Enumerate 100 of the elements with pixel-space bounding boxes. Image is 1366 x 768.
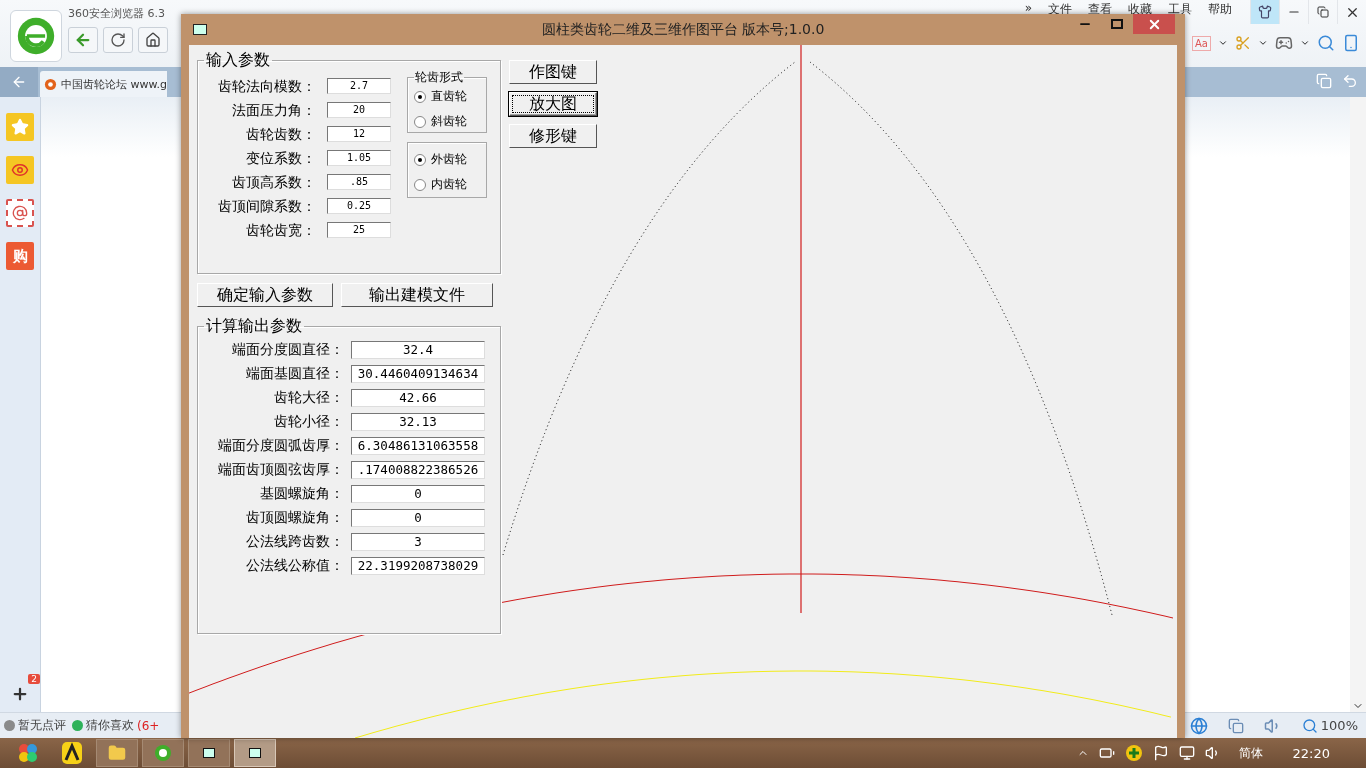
command-button[interactable]: 放大图 <box>509 92 597 116</box>
radio-button[interactable] <box>414 178 426 191</box>
mail-button[interactable] <box>6 199 34 227</box>
eye-button[interactable] <box>6 156 34 184</box>
sidebar-toggle-button[interactable] <box>0 67 38 97</box>
taskbar-app-button[interactable] <box>188 739 230 767</box>
gamepad-button[interactable] <box>1275 34 1293 52</box>
window-icon <box>193 24 207 35</box>
command-button[interactable]: 修形键 <box>509 124 597 148</box>
shirt-icon <box>1258 5 1272 19</box>
radio-button[interactable] <box>414 115 426 128</box>
field-label: 基圆螺旋角： <box>259 485 344 503</box>
menu-item[interactable]: 帮助 <box>1208 1 1232 18</box>
field-label: 齿轮法向模数： <box>217 78 316 94</box>
phone-icon <box>1342 34 1360 52</box>
menu-item[interactable]: 查看 <box>1088 1 1112 18</box>
field-label: 齿轮大径： <box>273 389 344 407</box>
menu-item[interactable]: 工具 <box>1168 1 1192 18</box>
field-label: 齿顶高系数： <box>231 174 316 190</box>
caret-icon <box>1258 38 1268 48</box>
radio-option[interactable]: 内齿轮 <box>414 176 480 193</box>
status-count: (6+ <box>137 718 160 733</box>
font-button[interactable]: Aa <box>1192 35 1211 51</box>
output-field: 0 <box>351 509 485 527</box>
field-label: 齿轮齿数： <box>245 126 316 142</box>
input-field[interactable]: 0.25 <box>327 198 391 214</box>
field-label: 变位系数： <box>245 150 316 166</box>
notification-badge: 2 <box>28 674 40 684</box>
status-text[interactable]: 猜你喜欢 <box>86 717 134 734</box>
field-label: 齿轮齿宽： <box>245 222 316 238</box>
output-field: 22.3199208738029 <box>351 557 485 575</box>
panel-title: 输入参数 <box>205 50 271 71</box>
command-button[interactable]: 作图键 <box>509 60 597 84</box>
browser-logo[interactable] <box>10 10 62 62</box>
menu-item[interactable]: 收藏 <box>1128 1 1152 18</box>
field-label: 齿顶圆螺旋角： <box>245 509 344 527</box>
network-icon[interactable] <box>1178 745 1195 761</box>
output-field: .174008822386526 <box>351 461 485 479</box>
field-label: 端面分度圆弧齿厚： <box>217 437 344 455</box>
zoom-level[interactable]: 100% <box>1320 718 1358 733</box>
home-button[interactable] <box>138 27 168 53</box>
back-button[interactable] <box>68 27 98 53</box>
field-label: 端面分度圆直径： <box>231 341 344 359</box>
input-field[interactable]: 1.05 <box>327 150 391 166</box>
scissors-button[interactable] <box>1235 35 1251 51</box>
input-field[interactable]: 25 <box>327 222 391 238</box>
window-icon <box>203 748 215 758</box>
flower-icon <box>17 742 39 764</box>
clock[interactable]: 22:20 <box>1292 745 1330 761</box>
gear-icon <box>44 77 57 91</box>
caret-icon <box>1300 38 1310 48</box>
restore-icon <box>1317 6 1329 18</box>
plus-circle-icon[interactable] <box>1124 744 1143 762</box>
scrollbar[interactable] <box>1350 97 1366 712</box>
input-field[interactable]: 20 <box>327 102 391 118</box>
field-label: 齿轮小径： <box>273 413 344 431</box>
taskbar-app-button[interactable] <box>234 739 276 767</box>
field-label: 公法线公称值： <box>245 557 344 575</box>
action-button[interactable]: 输出建模文件 <box>341 283 493 307</box>
chevron-logo-icon <box>62 742 82 764</box>
eye-icon <box>11 161 29 179</box>
output-field: 32.4 <box>351 341 485 359</box>
menu-item[interactable]: » <box>1024 1 1032 18</box>
battery-icon[interactable] <box>1098 745 1115 761</box>
browser-tab[interactable]: 中国齿轮论坛 www.g <box>40 71 167 97</box>
search-button[interactable] <box>1317 34 1335 52</box>
input-field[interactable]: 12 <box>327 126 391 142</box>
skin-button[interactable] <box>1250 0 1279 24</box>
radio-button[interactable] <box>414 153 426 166</box>
radio-option[interactable]: 斜齿轮 <box>414 113 480 130</box>
flag-icon[interactable] <box>1152 745 1169 761</box>
windows-icon[interactable] <box>1227 717 1244 734</box>
refresh-button[interactable] <box>103 27 133 53</box>
refresh-icon <box>110 32 126 48</box>
close-button[interactable] <box>1133 14 1175 34</box>
home-icon <box>145 32 161 48</box>
menu-item[interactable]: 文件 <box>1048 1 1072 18</box>
input-language[interactable]: 简体 <box>1238 744 1263 762</box>
window-title: 圆柱类齿轮二维及三维作图平台 版本号;1.0.0 <box>540 20 826 39</box>
field-label: 法面压力角： <box>231 102 316 118</box>
output-field: 0 <box>351 485 485 503</box>
search-icon <box>1317 34 1335 52</box>
window-icon <box>249 748 261 758</box>
globe-icon[interactable] <box>1189 716 1208 735</box>
radio-group-title: 轮齿形式 <box>414 69 464 86</box>
phone-button[interactable] <box>1342 34 1360 52</box>
radio-button[interactable] <box>414 90 426 103</box>
output-field: 30.4460409134634 <box>351 365 485 383</box>
action-button[interactable]: 确定输入参数 <box>197 283 333 307</box>
tomato-icon <box>4 720 15 731</box>
radio-option[interactable]: 直齿轮 <box>414 88 480 105</box>
zoom-icon[interactable] <box>1301 717 1318 734</box>
input-field[interactable]: 2.7 <box>327 78 391 94</box>
field-label: 端面基圆直径： <box>245 365 344 383</box>
radio-option[interactable]: 外齿轮 <box>414 151 480 168</box>
browser-title: 360安全浏览器 6.3 <box>68 6 166 21</box>
status-text[interactable]: 暂无点评 <box>18 717 66 734</box>
input-field[interactable]: .85 <box>327 174 391 190</box>
plus-icon <box>11 685 29 703</box>
panel-title: 计算输出参数 <box>205 316 303 337</box>
